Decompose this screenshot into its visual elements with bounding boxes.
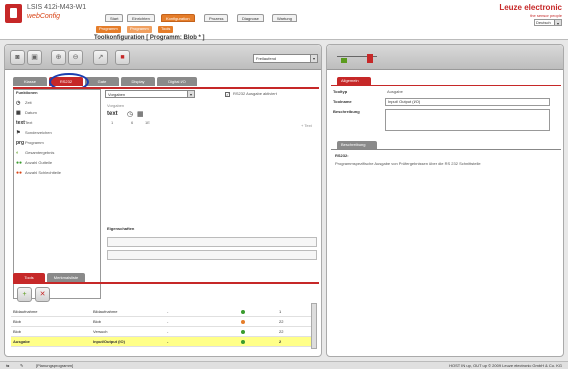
status-dot <box>241 340 245 344</box>
toolname-label: Toolname <box>333 99 352 104</box>
arrow-icon[interactable]: ↗ <box>93 50 108 65</box>
config-area: Vorgaben ▾ ✓ RS232 Ausgabe aktiviert Vorg… <box>105 89 319 299</box>
edit-icon[interactable]: ✎ <box>20 362 23 369</box>
chevron-down-icon: ▾ <box>310 55 317 62</box>
tooltype-value: Ausgabe <box>387 89 403 94</box>
brand-logo: Leuze electronic <box>499 3 562 12</box>
device-name: LSIS 412i-M43-W1 <box>27 4 87 11</box>
description-text: Programmspezifische Ausgabe von Prüferge… <box>335 161 481 166</box>
status-dot <box>241 310 245 314</box>
chevron-down-icon: ▾ <box>187 91 194 97</box>
tool-icon[interactable]: ■ <box>115 50 130 65</box>
scrollbar[interactable] <box>311 303 317 349</box>
mini-toolbar <box>327 45 563 70</box>
tab-prozess[interactable]: Prozess <box>204 14 229 22</box>
app-header: LSIS 412i-M43-W1 webConfig Leuze electro… <box>0 0 568 26</box>
subtab-tools[interactable]: Tools <box>158 26 174 33</box>
tooltype-label: Tooltyp <box>333 89 348 94</box>
chevron-down-icon: ▾ <box>554 20 561 26</box>
functions-list: Funktionen ◷ Zeit ▦ Datum textText ⚑ Sonder… <box>13 89 101 299</box>
tab-tools[interactable]: Tools <box>13 273 45 282</box>
properties-box[interactable] <box>107 237 317 247</box>
func-anzahl-schlechtteile[interactable]: ●● Anzahl Schlechtteile <box>16 168 100 178</box>
image-icon[interactable]: ▣ <box>27 50 42 65</box>
preview-num-1: 1 <box>111 120 114 125</box>
device-logo <box>5 4 22 23</box>
title-bar: Programm Programm Tools Toolkonfiguratio… <box>0 26 568 41</box>
func-zeit[interactable]: ◷ Zeit <box>16 98 100 108</box>
tab-klasse[interactable]: Klasse <box>13 77 47 86</box>
tab-konfiguration[interactable]: Konfiguration <box>161 14 195 22</box>
app-name: webConfig <box>27 13 61 20</box>
zoom-in-icon[interactable]: ⊕ <box>51 50 66 65</box>
page-title: Toolkonfiguration [ Programm: Blob * ] <box>94 35 205 41</box>
good-parts-icon: ●● <box>16 160 23 166</box>
status-dot <box>241 330 245 334</box>
properties-panel: Allgemein Tooltyp Ausgabe Toolname Input… <box>326 44 564 357</box>
table-row-selected[interactable]: Ausgabe Input/Output (IO) - 2 <box>11 337 317 347</box>
tab-digital-io[interactable]: Digital I/O <box>157 77 197 86</box>
status-bar: ⇆ ✎ [Planungsprogramm] HOST IN up, OUT u… <box>0 361 568 369</box>
tab-merkmalsliste[interactable]: Merkmalsliste <box>47 273 85 282</box>
tab-start[interactable]: Start <box>105 14 124 22</box>
bad-parts-icon: ●● <box>16 170 23 176</box>
subtab-programm-1[interactable]: Programm <box>96 26 121 33</box>
func-sonderzeichen[interactable]: ⚑ Sonderzeichen <box>16 128 100 138</box>
tab-wartung[interactable]: Wartung <box>272 14 297 22</box>
calendar-icon: ▦ <box>137 111 144 118</box>
properties-box-2[interactable] <box>107 250 317 260</box>
language-select[interactable]: Deutsch ▾ <box>534 19 562 26</box>
tab-diagnose[interactable]: Diagnose <box>237 14 264 22</box>
table-row[interactable]: Bildaufnahme Bildaufnahme - 1 <box>11 307 317 317</box>
toolname-input[interactable]: Input/ Output (I/O) <box>385 98 550 106</box>
tab-einrichten[interactable]: Einrichten <box>127 14 155 22</box>
preview-value: text <box>107 111 118 117</box>
description-title: RS232: <box>335 153 349 158</box>
clock-icon: ◷ <box>127 111 134 118</box>
func-datum[interactable]: ▦ Datum <box>16 108 100 118</box>
func-anzahl-gutteile[interactable]: ●● Anzahl Gutteile <box>16 158 100 168</box>
tool-config-panel: ◙ ▣ ⊕ ⊖ ↗ ■ Freilaufend ▾ Klasse RS232 Ga… <box>4 44 322 357</box>
status-dot <box>241 320 245 324</box>
description-header: Beschreibung <box>337 141 377 149</box>
preview-num-3: 1E <box>145 120 150 125</box>
description-input[interactable] <box>385 109 550 131</box>
status-right: HOST IN up, OUT up © 2009 Leuze electron… <box>449 363 562 368</box>
func-programm[interactable]: prgProgramm <box>16 138 100 148</box>
toolbar: ◙ ▣ ⊕ ⊖ ↗ ■ Freilaufend ▾ <box>5 45 321 70</box>
functions-heading: Funktionen <box>16 90 38 95</box>
info-icon[interactable]: ⇆ <box>6 362 9 369</box>
text-icon: text <box>16 120 25 126</box>
properties-label: Eigenschaften <box>107 226 135 231</box>
clock-icon: ◷ <box>16 100 21 106</box>
rs232-checkbox-label: RS232 Ausgabe aktiviert <box>233 91 277 96</box>
add-icon[interactable]: + <box>17 287 32 302</box>
mode-select[interactable]: Freilaufend ▾ <box>253 54 318 63</box>
status-left: [Planungsprogramm] <box>36 363 74 368</box>
rs232-checkbox[interactable]: ✓ <box>225 92 230 97</box>
program-icon: prg <box>16 140 25 146</box>
table-row[interactable]: Blob Blob - 22 <box>11 317 317 327</box>
flow-diagram-icon <box>337 51 377 65</box>
func-text[interactable]: textText <box>16 118 100 128</box>
zoom-out-icon[interactable]: ⊖ <box>68 50 83 65</box>
tab-gate[interactable]: Gate <box>85 77 119 86</box>
description-label: Beschreibung <box>333 109 360 114</box>
special-char-icon: ⚑ <box>16 130 21 136</box>
preview-num-2: 6 <box>131 120 134 125</box>
func-gesamtergebnis[interactable]: ◐ Gesamtergebnis <box>16 148 100 158</box>
tab-display[interactable]: Display <box>121 77 155 86</box>
output-select[interactable]: Vorgaben ▾ <box>105 90 195 98</box>
side-note: + Text <box>301 123 312 128</box>
brand-tagline: the sensor people <box>530 13 562 18</box>
camera-icon[interactable]: ◙ <box>10 50 25 65</box>
preview-label: Vorgaben <box>107 103 125 108</box>
workflow-divider <box>13 282 319 284</box>
general-header: Allgemein <box>337 77 371 85</box>
delete-icon[interactable]: ✕ <box>35 287 50 302</box>
subtab-programm-2[interactable]: Programm <box>127 26 152 33</box>
table-row[interactable]: Blob Versuch - 22 <box>11 327 317 337</box>
result-icon: ◐ <box>16 150 20 156</box>
calendar-icon: ▦ <box>16 110 21 116</box>
